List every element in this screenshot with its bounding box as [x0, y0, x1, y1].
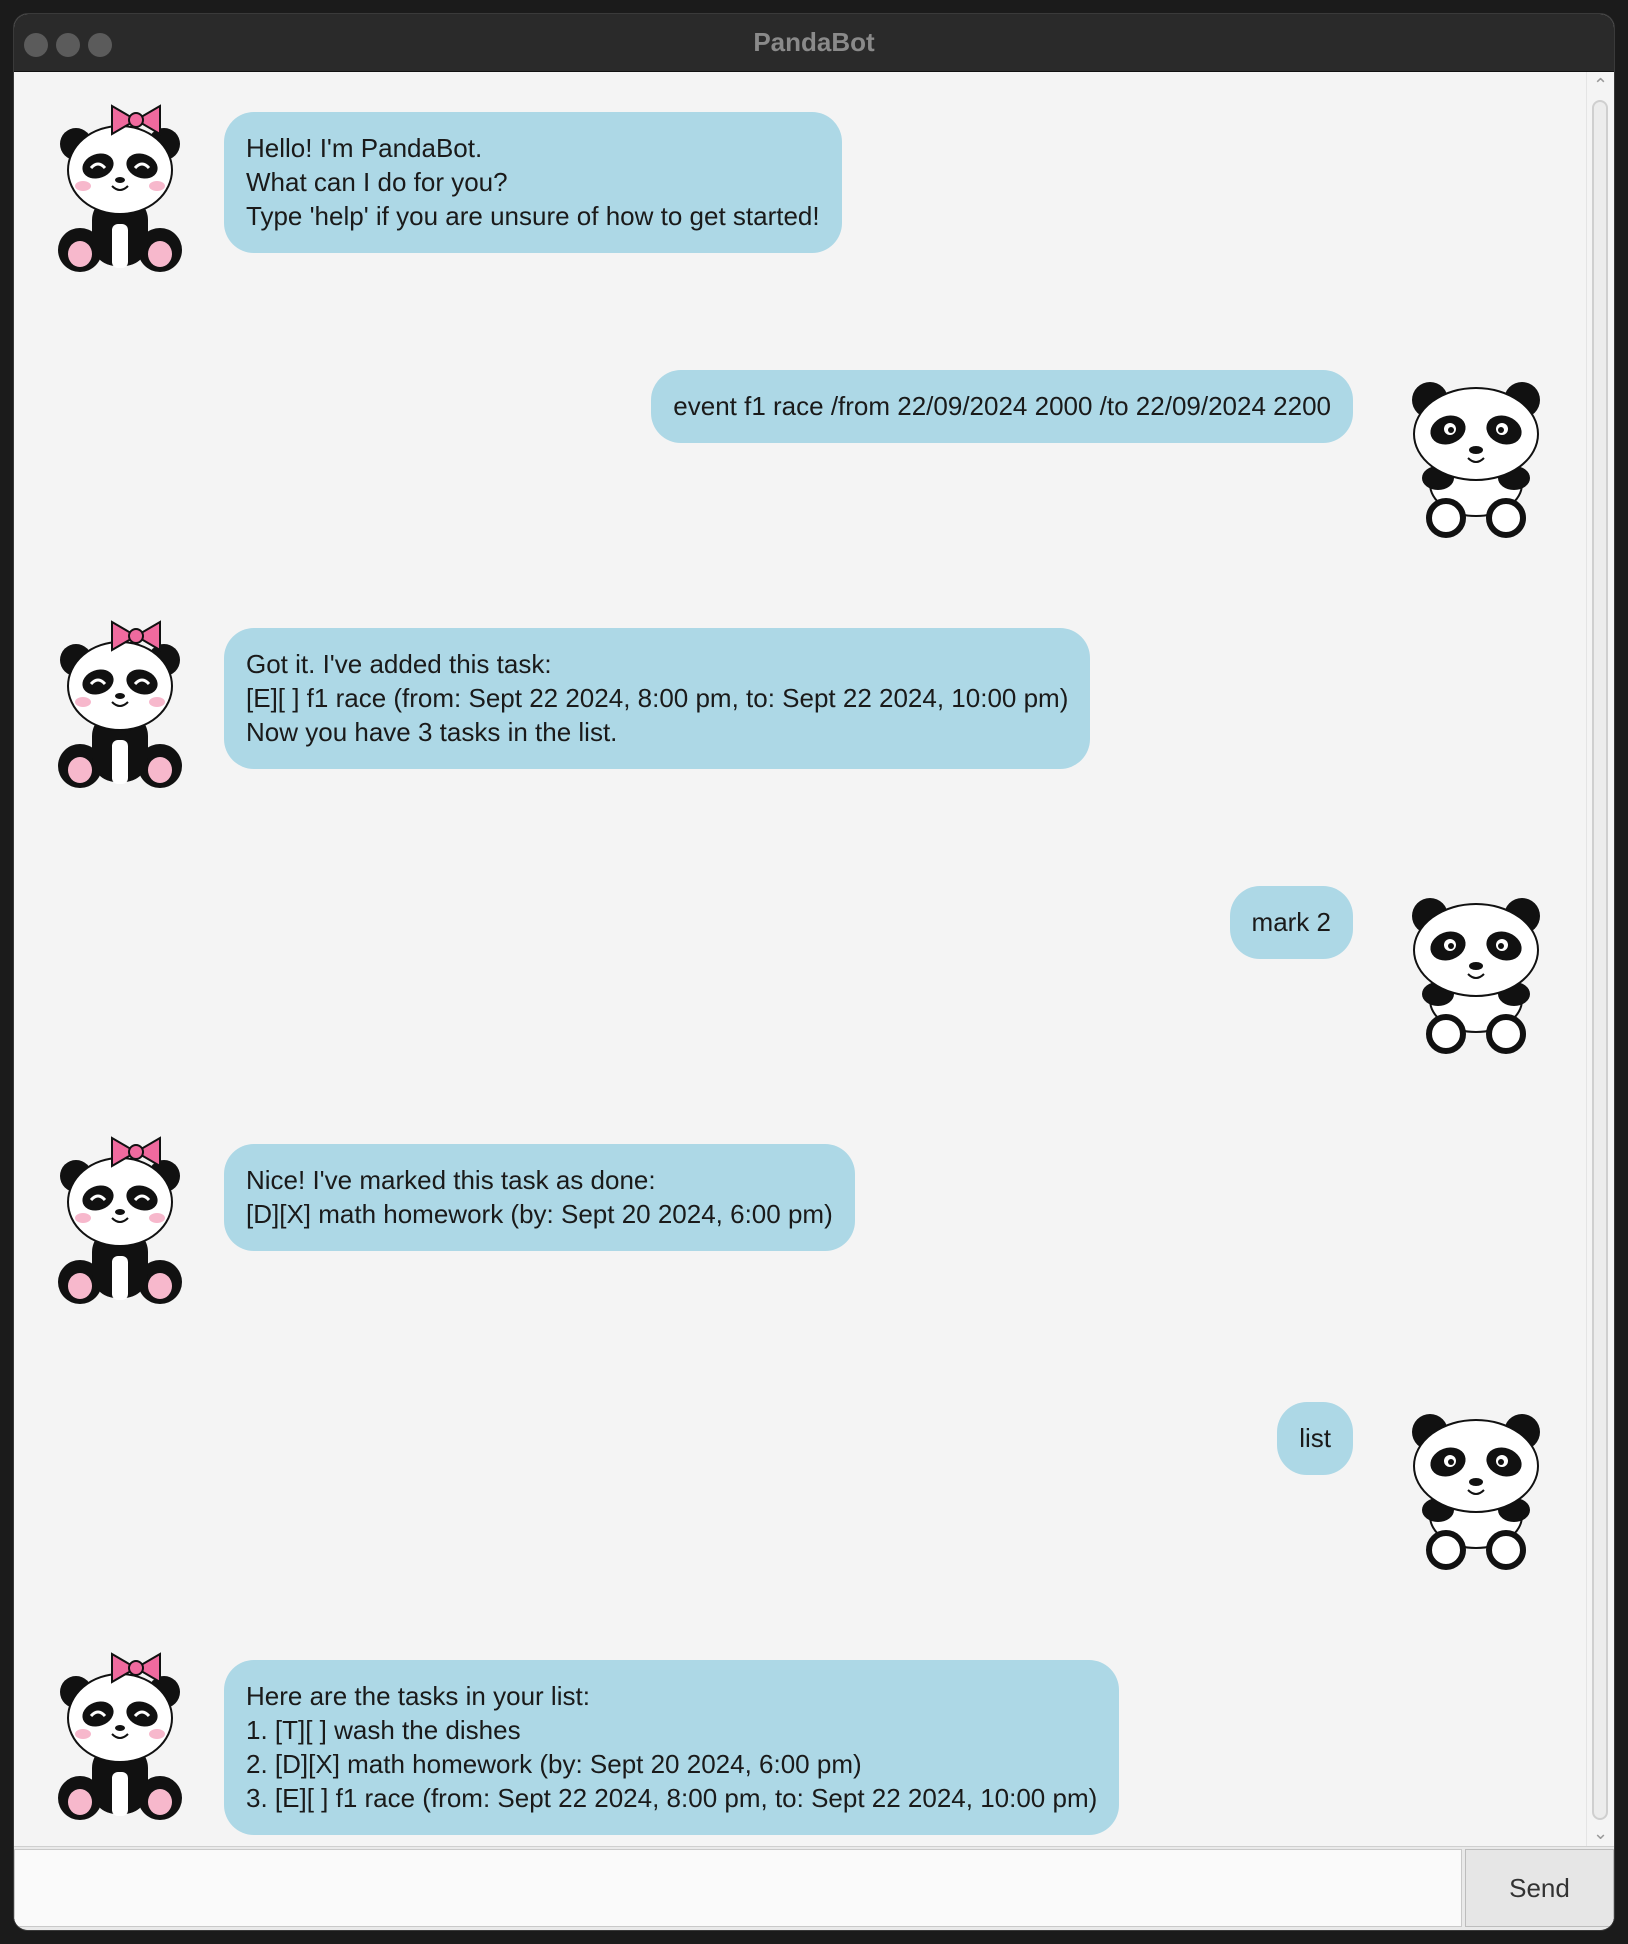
title-bar: PandaBot	[14, 14, 1614, 72]
vertical-scrollbar[interactable]: ⌃ ⌄	[1586, 72, 1614, 1846]
message-line: Hello! I'm PandaBot.	[246, 133, 483, 163]
bot-avatar-panda-with-bow-icon	[50, 620, 190, 790]
send-button[interactable]: Send	[1465, 1849, 1614, 1927]
chat-scroll-pane[interactable]: Hello! I'm PandaBot. What can I do for y…	[14, 72, 1586, 1846]
message-input[interactable]	[14, 1849, 1462, 1927]
bot-avatar-panda-with-bow-icon	[50, 1136, 190, 1306]
input-bar: Send	[14, 1846, 1614, 1930]
message-line: [E][ ] f1 race (from: Sept 22 2024, 8:00…	[246, 683, 1069, 713]
user-message-bubble: event f1 race /from 22/09/2024 2000 /to …	[651, 370, 1353, 443]
message-line: Type 'help' if you are unsure of how to …	[246, 201, 820, 231]
app-window: PandaBot Hello! I'm PandaBot. What can I…	[14, 14, 1614, 1930]
message-line: Nice! I've marked this task as done:	[246, 1165, 656, 1195]
bot-message-bubble: Here are the tasks in your list: 1. [T][…	[224, 1660, 1120, 1835]
user-avatar-panda-icon	[1406, 1404, 1546, 1574]
bot-message-bubble: Nice! I've marked this task as done: [D]…	[224, 1144, 855, 1251]
message-line: [D][X] math homework (by: Sept 20 2024, …	[246, 1199, 833, 1229]
bot-avatar-panda-with-bow-icon	[50, 104, 190, 274]
bot-message-bubble: Hello! I'm PandaBot. What can I do for y…	[224, 112, 842, 253]
message-line: mark 2	[1251, 907, 1331, 937]
user-avatar-panda-icon	[1406, 888, 1546, 1058]
message-line: 1. [T][ ] wash the dishes	[246, 1715, 521, 1745]
message-line: 3. [E][ ] f1 race (from: Sept 22 2024, 8…	[246, 1783, 1098, 1813]
window-title: PandaBot	[753, 27, 875, 57]
chevron-up-icon[interactable]: ⌃	[1593, 76, 1608, 94]
user-avatar-panda-icon	[1406, 372, 1546, 542]
user-message-bubble: mark 2	[1229, 886, 1353, 959]
chevron-down-icon[interactable]: ⌄	[1593, 1824, 1608, 1842]
message-line: What can I do for you?	[246, 167, 508, 197]
message-line: list	[1299, 1423, 1331, 1453]
message-line: Here are the tasks in your list:	[246, 1681, 590, 1711]
scrollbar-thumb[interactable]	[1592, 100, 1608, 1820]
bot-message-bubble: Got it. I've added this task: [E][ ] f1 …	[224, 628, 1091, 769]
message-line: event f1 race /from 22/09/2024 2000 /to …	[673, 391, 1331, 421]
message-line: Got it. I've added this task:	[246, 649, 552, 679]
message-line: 2. [D][X] math homework (by: Sept 20 202…	[246, 1749, 862, 1779]
message-line: Now you have 3 tasks in the list.	[246, 717, 618, 747]
bot-avatar-panda-with-bow-icon	[50, 1652, 190, 1822]
user-message-bubble: list	[1277, 1402, 1353, 1475]
